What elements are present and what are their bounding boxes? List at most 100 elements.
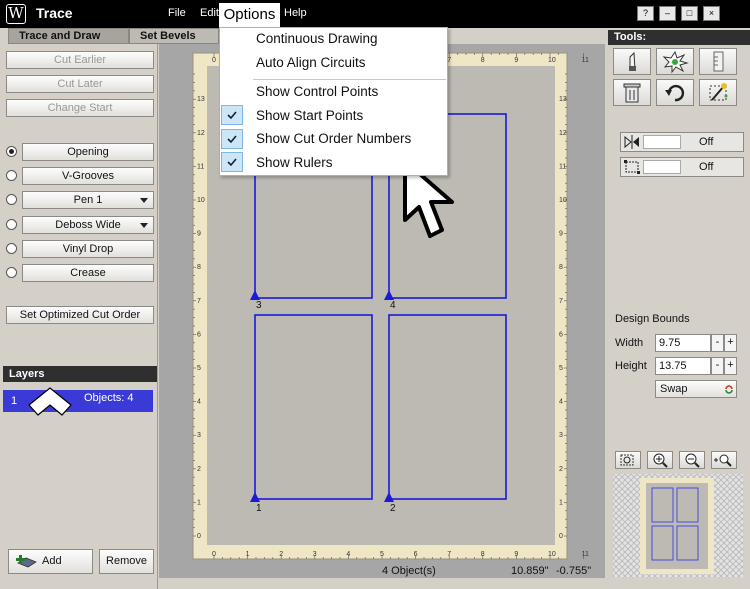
- ruler-label: 9: [197, 231, 201, 238]
- cut-later-button[interactable]: Cut Later: [6, 75, 154, 93]
- menu-item-show-control-points[interactable]: Show Control Points: [256, 84, 378, 99]
- ruler-label: 7: [197, 298, 201, 305]
- tool-radio[interactable]: [6, 218, 17, 230]
- tab-trace-and-draw[interactable]: Trace and Draw: [8, 28, 129, 44]
- ruler-label: 9: [559, 231, 563, 238]
- remove-layer-button[interactable]: Remove: [99, 549, 154, 574]
- ruler-label: 5: [559, 365, 563, 372]
- magic-wand-button[interactable]: [699, 79, 737, 106]
- ruler-label: 10: [197, 197, 205, 204]
- tool-option-label: Vinyl Drop: [62, 242, 114, 255]
- ruler-label: 11: [197, 163, 204, 170]
- tool-option-button[interactable]: Deboss Wide: [22, 215, 154, 234]
- knife-tool-button[interactable]: [613, 48, 651, 75]
- tool-radio[interactable]: [6, 146, 17, 157]
- ruler-label: 4: [559, 399, 563, 406]
- menu-item-show-rulers[interactable]: Show Rulers: [256, 155, 333, 170]
- app-title: Trace: [36, 5, 73, 21]
- chevron-down-icon[interactable]: [140, 222, 148, 228]
- menu-edit[interactable]: Edit: [200, 7, 219, 19]
- options-menu: Continuous Drawing Auto Align Circuits S…: [219, 27, 448, 176]
- zoom-fit-button[interactable]: [615, 451, 641, 469]
- mirror-toggle[interactable]: Off: [620, 132, 744, 152]
- change-start-button[interactable]: Change Start: [6, 99, 154, 117]
- menu-item-auto-align-circuits[interactable]: Auto Align Circuits: [256, 55, 366, 70]
- ruler-label: 2: [197, 466, 201, 473]
- tool-option-button[interactable]: Opening: [22, 143, 154, 161]
- chevron-up-icon: [28, 387, 72, 416]
- status-object-count: 4 Object(s): [382, 565, 436, 577]
- tab-set-bevels[interactable]: Set Bevels: [129, 28, 219, 44]
- cut-earlier-button[interactable]: Cut Earlier: [6, 51, 154, 69]
- ruler-label: 3: [197, 432, 201, 439]
- add-layer-button[interactable]: Add: [8, 549, 93, 574]
- width-decrement-button[interactable]: -: [711, 334, 724, 352]
- ruler-label: 3: [559, 432, 563, 439]
- thumbnail-preview[interactable]: [613, 474, 743, 578]
- set-optimized-cut-order-button[interactable]: Set Optimized Cut Order: [6, 306, 154, 324]
- tool-option-button[interactable]: Vinyl Drop: [22, 239, 154, 258]
- ruler-label: 12: [559, 130, 567, 137]
- knife-icon: [629, 51, 636, 71]
- menu-item-show-start-points[interactable]: Show Start Points: [256, 108, 363, 123]
- trash-icon: [623, 83, 641, 103]
- layer-objects: Objects: 4: [84, 392, 134, 404]
- width-increment-button[interactable]: +: [724, 334, 737, 352]
- ruler-label: 9: [514, 57, 518, 64]
- ruler-label: 8: [559, 264, 563, 271]
- close-button[interactable]: ×: [703, 6, 720, 21]
- zoom-select-button[interactable]: [711, 451, 737, 469]
- menu-options[interactable]: Options: [219, 3, 280, 27]
- scale-toggle[interactable]: Off: [620, 157, 744, 177]
- cut-order-number: 2: [390, 503, 396, 514]
- undo-button[interactable]: [656, 79, 694, 106]
- tool-radio[interactable]: [6, 267, 17, 278]
- tool-option-button[interactable]: Pen 1: [22, 191, 154, 210]
- menu-file[interactable]: File: [168, 7, 186, 19]
- toggle-track: [643, 135, 681, 149]
- layers-header: Layers: [3, 366, 157, 382]
- maximize-button[interactable]: □: [681, 6, 698, 21]
- tool-option-button[interactable]: Crease: [22, 264, 154, 282]
- ruler-label: 0: [559, 533, 563, 540]
- minimize-button[interactable]: –: [659, 6, 676, 21]
- ruler-label: 12: [197, 130, 205, 137]
- mirror-icon: [624, 135, 639, 149]
- scale-icon: [624, 160, 640, 174]
- ruler-tool-button[interactable]: [699, 48, 737, 75]
- add-layer-label: Add: [42, 555, 62, 567]
- zoom-out-button[interactable]: [679, 451, 705, 469]
- height-input[interactable]: 13.75: [655, 357, 711, 375]
- height-increment-button[interactable]: +: [724, 357, 737, 375]
- swap-button[interactable]: Swap: [655, 380, 737, 398]
- height-decrement-button[interactable]: -: [711, 357, 724, 375]
- delete-button[interactable]: [613, 79, 651, 106]
- menu-item-continuous-drawing[interactable]: Continuous Drawing: [256, 31, 378, 46]
- menu-help[interactable]: Help: [284, 7, 307, 19]
- help-button[interactable]: ?: [637, 6, 654, 21]
- status-bar: 4 Object(s) 10.859" -0.755": [159, 562, 605, 582]
- zoom-in-icon: [653, 453, 668, 468]
- burst-tool-button[interactable]: [656, 48, 694, 75]
- zoom-fit-icon: [620, 454, 634, 466]
- width-input[interactable]: 9.75: [655, 334, 711, 352]
- ruler-label: 10: [548, 57, 556, 64]
- ruler-label: 1: [197, 499, 201, 506]
- swap-label: Swap: [660, 383, 688, 395]
- chevron-down-icon[interactable]: [140, 198, 148, 204]
- tool-option-button[interactable]: V-Grooves: [22, 167, 154, 186]
- add-layer-icon: [16, 555, 37, 568]
- menu-item-show-cut-order-numbers[interactable]: Show Cut Order Numbers: [256, 131, 411, 146]
- toggle-track: [643, 160, 681, 174]
- ruler-label: 11: [582, 551, 589, 558]
- checkmark-icon: [221, 105, 243, 125]
- tool-option-label: Pen 1: [73, 194, 103, 207]
- zoom-in-button[interactable]: [647, 451, 673, 469]
- tool-option-label: Crease: [70, 267, 106, 279]
- ruler-label: 2: [559, 466, 563, 473]
- ruler-label: 11: [559, 163, 566, 170]
- ruler-label: 6: [197, 331, 201, 338]
- tool-radio[interactable]: [6, 242, 17, 254]
- ruler-label: 13: [197, 96, 205, 103]
- ruler-label: 4: [197, 399, 201, 406]
